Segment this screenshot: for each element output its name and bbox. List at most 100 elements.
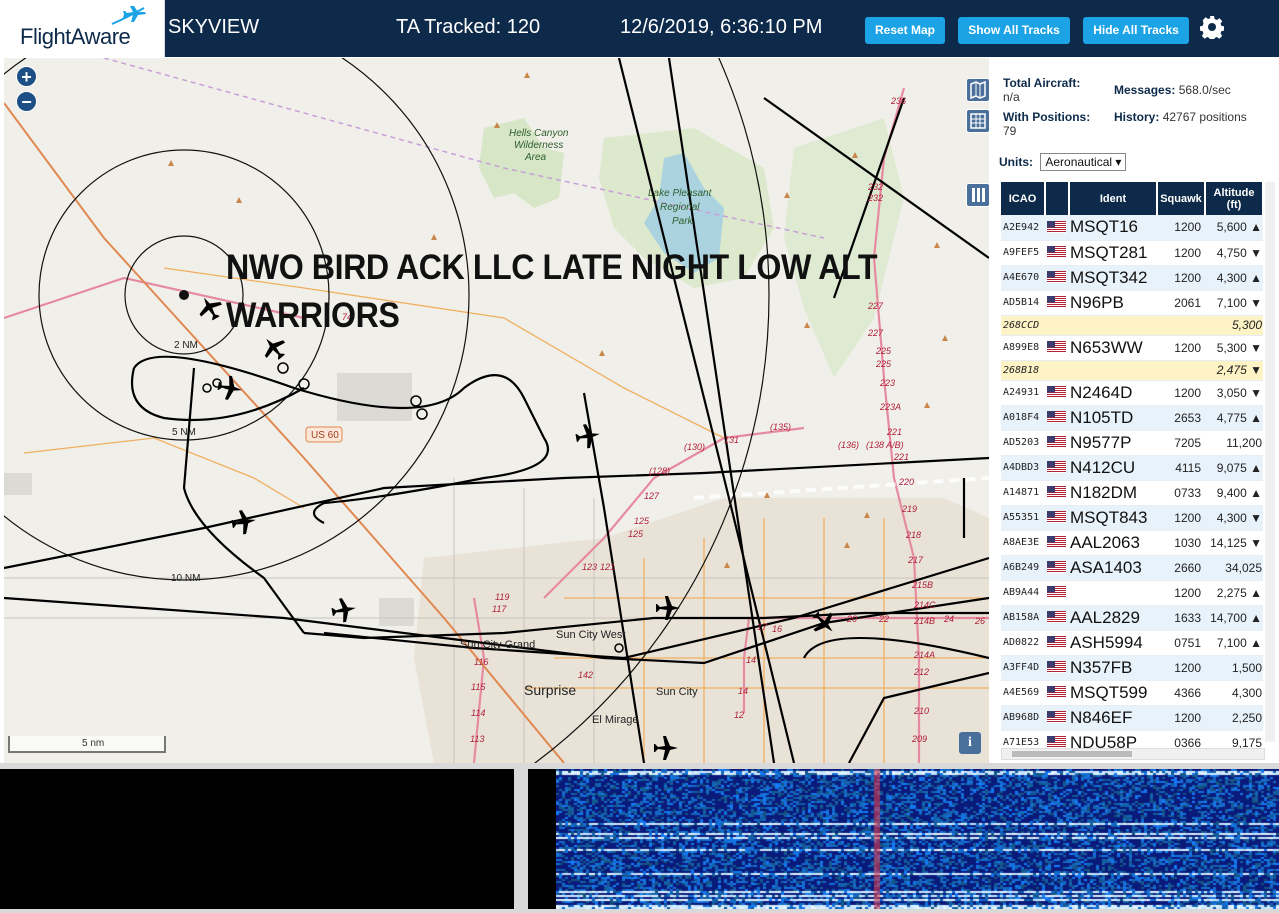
table-horizontal-scrollbar[interactable] (1001, 748, 1265, 760)
ident-cell: N357FB (1069, 655, 1157, 681)
altitude-cell: 7,100 ▲ (1205, 630, 1263, 656)
column-header-ident[interactable]: Ident (1069, 182, 1158, 215)
aircraft-icon[interactable] (574, 422, 602, 450)
overlay-line-2: WARRIORS (226, 296, 400, 335)
svg-text:131: 131 (724, 435, 739, 445)
us-flag-icon (1047, 341, 1066, 354)
svg-text:214A: 214A (913, 650, 935, 660)
table-row[interactable]: A6B249 ASA1403 2660 34,025 (1001, 555, 1263, 581)
column-header-icao[interactable]: ICAO (1001, 182, 1046, 215)
table-row[interactable]: A4DBD3 N412CU 4115 9,075 ▲ (1001, 455, 1263, 481)
icao-cell: A4E569 (1001, 680, 1045, 706)
hide-all-tracks-button[interactable]: Hide All Tracks (1083, 17, 1189, 44)
squawk-cell: 7205 (1157, 430, 1205, 456)
us-flag-icon (1047, 661, 1066, 674)
svg-text:20: 20 (846, 614, 857, 624)
icao-cell: A3FF4D (1001, 655, 1045, 681)
flag-cell (1045, 215, 1069, 241)
grid-icon[interactable] (966, 109, 989, 133)
column-header-flag[interactable] (1045, 182, 1070, 215)
icao-cell: A6B249 (1001, 555, 1045, 581)
svg-text:114: 114 (471, 708, 485, 718)
table-row[interactable]: AB158A AAL2829 1633 14,700 ▲ (1001, 605, 1263, 631)
table-row[interactable]: 268B18 2,475 ▼ (1001, 360, 1263, 381)
flag-cell (1045, 315, 1069, 336)
flag-cell (1045, 380, 1069, 406)
altitude-cell: 5,300 ▼ (1205, 335, 1263, 361)
ident-cell: N96PB (1069, 290, 1157, 316)
table-row[interactable]: A4E670 MSQT342 1200 4,300 ▲ (1001, 265, 1263, 291)
flag-cell (1045, 580, 1069, 606)
overlay-annotation: NWO BIRD ACK LLC LATE NIGHT LOW ALT WARR… (226, 244, 888, 340)
table-row[interactable]: A899E8 N653WW 1200 5,300 ▼ (1001, 335, 1263, 361)
svg-text:220: 220 (898, 477, 914, 487)
us-flag-icon (1047, 611, 1066, 624)
svg-text:Lake Pleasant: Lake Pleasant (648, 188, 713, 199)
column-header-altitude[interactable]: Altitude (ft) (1205, 182, 1263, 215)
svg-text:(128): (128) (649, 466, 670, 476)
table-row[interactable]: AB9A44 1200 2,275 ▲ (1001, 580, 1263, 606)
map-view[interactable]: 2 NM 5 NM 10 NM Hells Canyon Wilderness … (4, 58, 989, 763)
svg-text:142: 142 (578, 670, 593, 680)
ident-cell: N846EF (1069, 705, 1157, 731)
table-row[interactable]: A8AE3E AAL2063 1030 14,125 ▼ (1001, 530, 1263, 556)
place-el-mirage: El Mirage (592, 714, 638, 726)
squawk-cell: 0366 (1157, 730, 1205, 748)
icao-cell: AD0822 (1001, 630, 1045, 656)
flag-cell (1045, 605, 1069, 631)
table-row[interactable]: A4E569 MSQT599 4366 4,300 (1001, 680, 1263, 706)
flightaware-logo[interactable]: FlightAware (0, 0, 165, 57)
units-select[interactable]: Aeronautical ▾ (1040, 153, 1127, 171)
flag-cell (1045, 265, 1069, 291)
table-row[interactable]: A71E53 NDU58P 0366 9,175 (1001, 730, 1263, 748)
table-row[interactable]: A14871 N182DM 0733 9,400 ▲ (1001, 480, 1263, 506)
show-all-tracks-button[interactable]: Show All Tracks (958, 17, 1070, 44)
squawk-cell: 2061 (1157, 290, 1205, 316)
aircraft-icon[interactable] (230, 508, 258, 536)
table-row[interactable]: A2E942 MSQT16 1200 5,600 ▲ (1001, 215, 1263, 241)
us-flag-icon (1047, 246, 1066, 259)
squawk-cell: 1030 (1157, 530, 1205, 556)
altitude-cell: 4,750 ▼ (1205, 240, 1263, 266)
icao-cell: 268B18 (1001, 360, 1045, 381)
table-row[interactable]: AB968D N846EF 1200 2,250 (1001, 705, 1263, 731)
svg-text:215B: 215B (911, 580, 933, 590)
ident-cell (1069, 360, 1157, 381)
reset-map-button[interactable]: Reset Map (865, 17, 945, 44)
squawk-cell: 4115 (1157, 455, 1205, 481)
table-row[interactable]: A24931 N2464D 1200 3,050 ▼ (1001, 380, 1263, 406)
column-header-squawk[interactable]: Squawk (1157, 182, 1206, 215)
table-row[interactable]: A018F4 N105TD 2653 4,775 ▲ (1001, 405, 1263, 431)
info-icon[interactable]: i (959, 732, 981, 754)
table-row[interactable]: 268CCD 5,300 (1001, 315, 1263, 336)
zoom-out-button[interactable]: − (16, 91, 37, 112)
columns-toggle-icon[interactable] (966, 183, 989, 207)
ident-cell: N653WW (1069, 335, 1157, 361)
waterfall-panel (528, 769, 1279, 909)
us-flag-icon (1047, 536, 1066, 549)
aircraft-icon[interactable] (330, 596, 358, 624)
svg-text:115: 115 (471, 682, 486, 692)
table-row[interactable]: A9FEF5 MSQT281 1200 4,750 ▼ (1001, 240, 1263, 266)
table-row[interactable]: A55351 MSQT843 1200 4,300 ▼ (1001, 505, 1263, 531)
table-row[interactable]: AD5203 N9577P 7205 11,200 (1001, 430, 1263, 456)
icao-cell: A71E53 (1001, 730, 1045, 748)
gear-icon[interactable] (1200, 15, 1224, 39)
flag-cell (1045, 480, 1069, 506)
flag-cell (1045, 680, 1069, 706)
units-row: Units: Aeronautical ▾ (999, 153, 1127, 171)
table-row[interactable]: A3FF4D N357FB 1200 1,500 (1001, 655, 1263, 681)
ident-cell: ASA1403 (1069, 555, 1157, 581)
table-row[interactable]: AD5B14 N96PB 2061 7,100 ▼ (1001, 290, 1263, 316)
flag-cell (1045, 705, 1069, 731)
svg-text:123: 123 (582, 562, 597, 572)
table-row[interactable]: AD0822 ASH5994 0751 7,100 ▲ (1001, 630, 1263, 656)
place-sun-city-grand: Sun City Grand (460, 639, 535, 651)
svg-text:(135): (135) (770, 422, 791, 432)
zoom-in-button[interactable]: + (16, 66, 37, 87)
table-vertical-scrollbar[interactable] (1265, 182, 1275, 742)
ident-cell: NDU58P (1069, 730, 1157, 748)
map-layers-icon[interactable] (966, 78, 989, 102)
altitude-cell: 9,400 ▲ (1205, 480, 1263, 506)
us-flag-icon (1047, 686, 1066, 699)
